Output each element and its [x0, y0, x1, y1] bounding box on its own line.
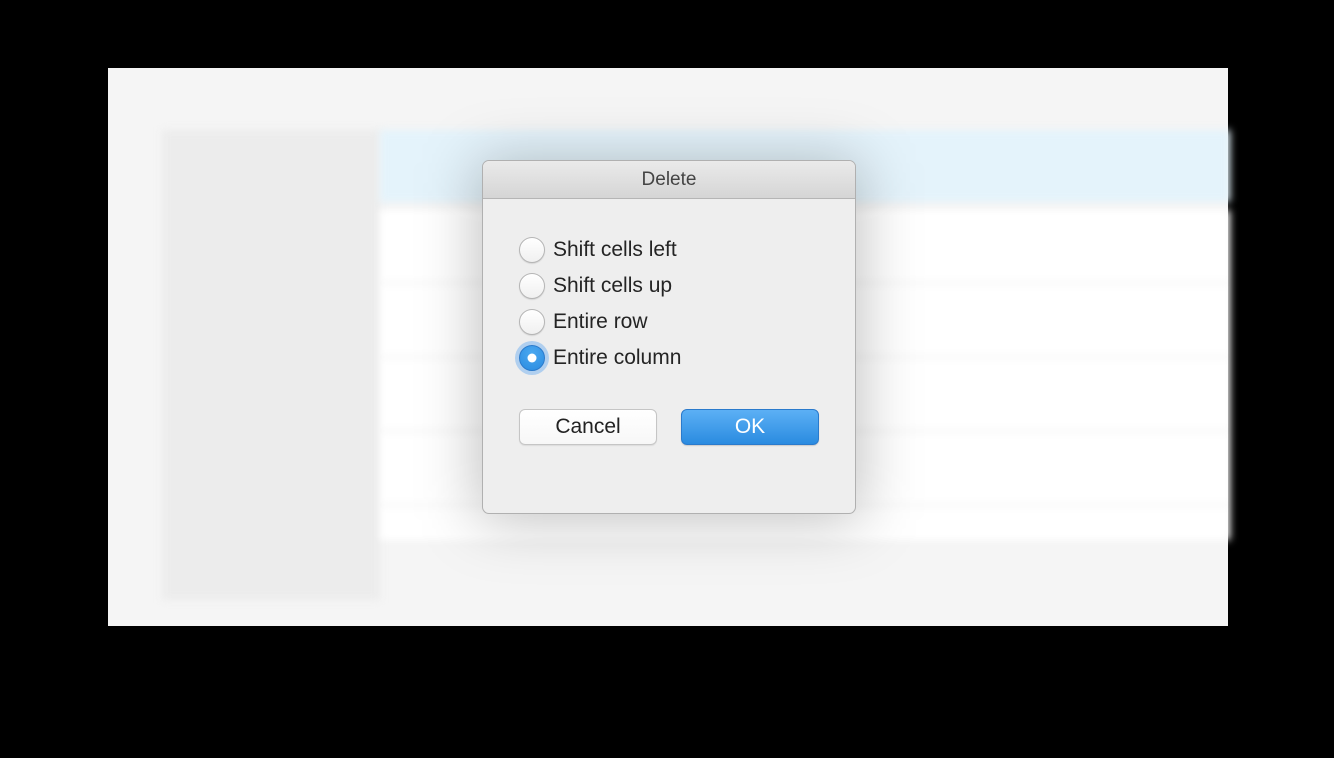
cancel-button[interactable]: Cancel — [519, 409, 657, 445]
radio-button-icon — [519, 309, 545, 335]
delete-options-group: Shift cells left Shift cells up Entire r… — [519, 237, 819, 371]
dialog-button-row: Cancel OK — [519, 409, 819, 445]
radio-button-icon — [519, 345, 545, 371]
radio-label: Shift cells up — [553, 274, 672, 298]
radio-button-icon — [519, 237, 545, 263]
radio-button-icon — [519, 273, 545, 299]
delete-dialog: Delete Shift cells left Shift cells up E… — [482, 160, 856, 514]
radio-shift-cells-left[interactable]: Shift cells left — [519, 237, 819, 263]
radio-label: Shift cells left — [553, 238, 677, 262]
dialog-title: Delete — [483, 161, 855, 199]
ok-button[interactable]: OK — [681, 409, 819, 445]
sidebar-blur — [162, 130, 380, 600]
radio-label: Entire row — [553, 310, 648, 334]
radio-shift-cells-up[interactable]: Shift cells up — [519, 273, 819, 299]
dialog-body: Shift cells left Shift cells up Entire r… — [483, 199, 855, 445]
radio-entire-row[interactable]: Entire row — [519, 309, 819, 335]
radio-entire-column[interactable]: Entire column — [519, 345, 819, 371]
radio-label: Entire column — [553, 346, 681, 370]
